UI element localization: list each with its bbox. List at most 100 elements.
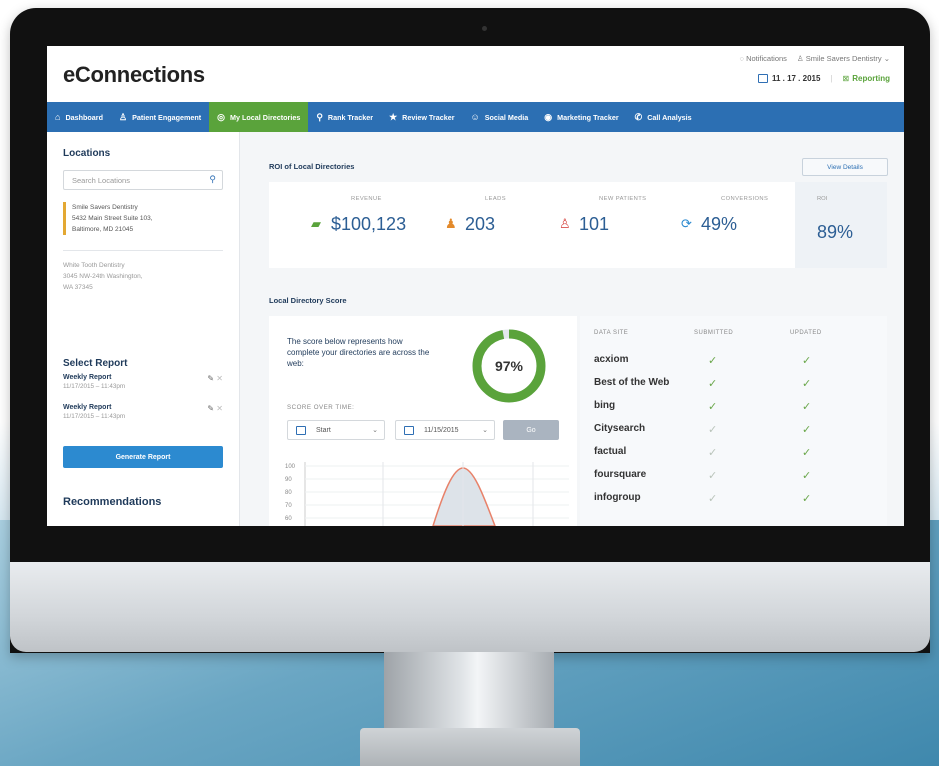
dashboard-icon: ⌂ bbox=[55, 112, 61, 122]
nav-item[interactable]: ♙ Patient Engagement bbox=[111, 102, 209, 132]
notifications-link[interactable]: ◌ Notifications bbox=[740, 54, 787, 63]
metric-label: New Patients bbox=[599, 196, 647, 202]
location-address-line1: 5432 Main Street Suite 103, bbox=[72, 215, 153, 222]
location-name: White Tooth Dentistry bbox=[63, 262, 125, 269]
score-percent: 97% bbox=[495, 358, 524, 374]
edit-icon[interactable]: ✎ bbox=[207, 404, 214, 413]
updated-check-icon: ✓ bbox=[802, 378, 812, 390]
start-date-select[interactable]: Start ⌄ bbox=[287, 420, 385, 440]
metric-leads: ♟ Leads 203 bbox=[445, 196, 506, 235]
gridlines bbox=[305, 465, 569, 519]
calendar-icon bbox=[404, 425, 414, 435]
score-over-time-label: SCORE OVER TIME: bbox=[287, 404, 355, 411]
calendar-icon bbox=[757, 74, 768, 84]
header-submitted: SUBMITTED bbox=[694, 330, 734, 336]
nav-item[interactable]: ★ Review Tracker bbox=[381, 102, 462, 132]
nav-item[interactable]: ◉ Marketing Tracker bbox=[536, 102, 626, 132]
submitted-check-icon: ✓ bbox=[708, 424, 718, 436]
data-sites-card: DATA SITE SUBMITTED UPDATED acxiom ✓ ✓ Best… bbox=[580, 316, 887, 526]
select-report-title: Select Report bbox=[63, 358, 128, 369]
generate-report-button[interactable]: Generate Report bbox=[63, 446, 223, 468]
site-row: factual ✓ ✓ bbox=[580, 442, 887, 464]
nav-item[interactable]: ✆ Call Analysis bbox=[627, 102, 700, 132]
metric-value: 101 bbox=[579, 214, 610, 234]
chevron-down-icon: ⌄ bbox=[482, 427, 488, 434]
nav-label: Social Media bbox=[484, 112, 529, 122]
divider: | bbox=[830, 74, 833, 84]
score-title: Local Directory Score bbox=[269, 296, 347, 305]
monitor-stand-foot bbox=[360, 728, 580, 766]
site-row: acxiom ✓ ✓ bbox=[580, 350, 887, 372]
refresh-icon: ⟳ bbox=[681, 216, 692, 231]
metric-revenue: ▰ Revenue $100,123 bbox=[311, 196, 406, 235]
top-bar: eConnections ◌ Notifications ♙ Smile Sav… bbox=[47, 46, 904, 102]
location-item[interactable]: White Tooth Dentistry 3045 NW-24th Washi… bbox=[63, 260, 223, 293]
chevron-down-icon: ⌄ bbox=[372, 427, 378, 434]
monitor-chin bbox=[10, 562, 930, 652]
metric-label: Revenue bbox=[351, 196, 382, 202]
location-name: Smile Savers Dentistry bbox=[72, 204, 138, 211]
end-date: 11/15/2015 bbox=[424, 426, 459, 434]
nav-item[interactable]: ☺ Social Media bbox=[463, 102, 537, 132]
metric-value: 49% bbox=[701, 214, 738, 234]
site-name: infogroup bbox=[594, 492, 641, 503]
roi-box: ROI 89% bbox=[795, 182, 887, 268]
go-button[interactable]: Go bbox=[503, 420, 559, 440]
score-curve bbox=[432, 467, 496, 526]
sidebar: Locations Search Locations ⚲ Smile Saver… bbox=[47, 132, 240, 526]
nav-label: My Local Directories bbox=[230, 112, 301, 122]
money-icon: ▰ bbox=[311, 216, 321, 231]
score-card: The score below represents how complete … bbox=[269, 316, 577, 526]
current-date: 11 . 17 . 2015 bbox=[771, 74, 821, 83]
updated-check-icon: ✓ bbox=[802, 493, 812, 505]
close-icon[interactable]: ✕ bbox=[216, 404, 223, 413]
updated-check-icon: ✓ bbox=[802, 355, 812, 367]
reporting-link[interactable]: ⊠ Reporting bbox=[843, 74, 890, 83]
site-name: foursquare bbox=[594, 469, 647, 480]
updated-check-icon: ✓ bbox=[802, 424, 812, 436]
report-item[interactable]: Weekly Report 11/17/2015 – 11:43pm ✎ ✕ bbox=[63, 374, 223, 390]
location-search-input[interactable]: Search Locations ⚲ bbox=[63, 170, 223, 190]
edit-icon[interactable]: ✎ bbox=[207, 374, 214, 383]
y-tick-label: 90 bbox=[285, 477, 292, 483]
top-right-links: ◌ Notifications ♙ Smile Savers Dentistry… bbox=[740, 54, 891, 63]
report-title: Weekly Report bbox=[63, 374, 112, 381]
roi-title: ROI of Local Directories bbox=[269, 162, 355, 171]
close-icon[interactable]: ✕ bbox=[216, 374, 223, 383]
score-over-time-chart: 100 90 80 70 60 bbox=[285, 462, 569, 526]
metric-value: 203 bbox=[465, 214, 496, 234]
submitted-check-icon: ✓ bbox=[708, 401, 718, 413]
y-tick-label: 60 bbox=[285, 516, 292, 522]
site-name: bing bbox=[594, 400, 616, 411]
roi-value: 89% bbox=[817, 222, 854, 242]
globe-icon: ◎ bbox=[217, 111, 226, 122]
site-name: Best of the Web bbox=[594, 377, 670, 388]
y-tick-label: 100 bbox=[285, 464, 296, 470]
location-item-active[interactable]: Smile Savers Dentistry 5432 Main Street … bbox=[63, 202, 223, 235]
app-logo[interactable]: eConnections bbox=[63, 62, 205, 88]
nav-item[interactable]: ◎ My Local Directories bbox=[209, 102, 309, 132]
divider bbox=[63, 250, 223, 251]
submitted-check-icon: ✓ bbox=[708, 447, 718, 459]
calendar-icon bbox=[296, 425, 306, 435]
chevron-down-icon: ⌄ bbox=[883, 54, 890, 63]
metric-new-patients: ♙ New Patients 101 bbox=[559, 196, 647, 235]
site-row: foursquare ✓ ✓ bbox=[580, 465, 887, 487]
date-picker[interactable]: 11 . 17 . 2015 bbox=[757, 74, 821, 84]
view-details-button[interactable]: View Details bbox=[802, 158, 888, 176]
map-pin-icon: ⚲ bbox=[316, 111, 323, 122]
search-icon[interactable]: ⚲ bbox=[209, 174, 216, 185]
report-title: Weekly Report bbox=[63, 404, 112, 411]
search-placeholder: Search Locations bbox=[72, 176, 130, 185]
end-date-select[interactable]: 11/15/2015 ⌄ bbox=[395, 420, 495, 440]
nav-item[interactable]: ⌂ Dashboard bbox=[47, 102, 111, 132]
star-icon: ★ bbox=[389, 111, 398, 122]
metric-conversions: ⟳ Conversions 49% bbox=[681, 196, 768, 235]
new-patient-icon: ♙ bbox=[559, 216, 571, 231]
target-icon: ◉ bbox=[544, 111, 553, 122]
nav-item[interactable]: ⚲ Rank Tracker bbox=[308, 102, 381, 132]
report-item[interactable]: Weekly Report 11/17/2015 – 11:43pm ✎ ✕ bbox=[63, 404, 223, 420]
y-axis: 100 90 80 70 60 bbox=[285, 464, 296, 522]
y-tick-label: 70 bbox=[285, 503, 292, 509]
account-menu[interactable]: ♙ Smile Savers Dentistry ⌄ bbox=[797, 54, 890, 63]
